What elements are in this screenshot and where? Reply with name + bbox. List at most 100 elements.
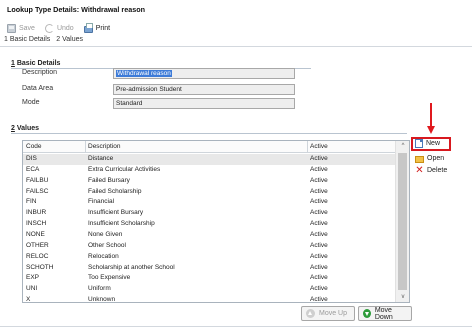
table-row[interactable]: NONE None Given Active <box>23 230 395 241</box>
table-row[interactable]: UNI Uniform Active <box>23 284 395 295</box>
cell-code: DIS <box>26 155 37 162</box>
nav-link-basic-details[interactable]: 1 Basic Details <box>4 36 50 46</box>
table-row[interactable]: FAILBU Failed Bursary Active <box>23 176 395 187</box>
cell-description: Unknown <box>88 296 116 303</box>
new-label: New <box>426 140 441 147</box>
print-label: Print <box>95 25 111 32</box>
cell-active: Active <box>310 263 328 271</box>
cell-code: NONE <box>26 230 45 238</box>
undo-icon <box>44 24 54 33</box>
cell-code: UNI <box>26 285 38 293</box>
undo-button[interactable]: Undo <box>44 22 74 35</box>
cell-code: X <box>26 296 31 303</box>
table-row[interactable]: RELOC Relocation Active <box>23 252 395 263</box>
table-row[interactable]: INBUR Insufficient Bursary Active <box>23 208 395 219</box>
printer-icon <box>83 22 93 33</box>
description-field[interactable]: Withdrawal reason <box>113 68 295 79</box>
grid-scrollbar[interactable]: ^ v <box>395 141 409 302</box>
table-row[interactable]: DIS Distance Active <box>23 154 395 165</box>
cell-code: RELOC <box>26 252 49 260</box>
cell-active: Active <box>310 198 328 206</box>
cell-active: Active <box>310 274 328 282</box>
scroll-thumb[interactable] <box>398 153 407 290</box>
new-document-icon <box>415 139 423 148</box>
new-button[interactable]: New <box>415 139 440 148</box>
cell-code: FAILBU <box>26 176 49 184</box>
values-grid[interactable]: Code Description Active DIS Distance Activ… <box>22 140 410 303</box>
mode-field[interactable]: Standard <box>113 98 295 109</box>
open-button[interactable]: Open <box>415 154 444 163</box>
window-title: Lookup Type Details: Withdrawal reason <box>0 0 472 18</box>
table-row[interactable]: FAILSC Failed Scholarship Active <box>23 187 395 198</box>
data-area-row: Data Area Pre-admission Student <box>22 84 302 95</box>
cell-active: Active <box>310 165 328 173</box>
scroll-up-icon[interactable]: ^ <box>396 141 409 151</box>
description-label: Description <box>22 69 58 76</box>
move-down-button[interactable]: Move Down <box>358 306 412 321</box>
arrow-up-circle-icon <box>306 309 315 318</box>
description-row: Description Withdrawal reason <box>22 68 302 79</box>
column-separator <box>85 141 86 153</box>
cell-active: Active <box>310 285 328 293</box>
cell-active: Active <box>310 241 328 249</box>
table-row[interactable]: EXP Too Expensive Active <box>23 273 395 284</box>
move-up-button[interactable]: Move Up <box>301 306 355 321</box>
scroll-down-icon[interactable]: v <box>396 292 409 302</box>
values-divider <box>11 133 407 134</box>
values-title: Values <box>16 125 40 132</box>
cell-description: Extra Curricular Activities <box>88 165 161 173</box>
column-header-active[interactable]: Active <box>310 143 328 150</box>
cell-code: FAILSC <box>26 187 49 195</box>
nav-link-values[interactable]: 2 Values <box>56 36 83 46</box>
values-heading: 2 Values <box>11 125 39 132</box>
cell-code: ECA <box>26 165 40 173</box>
cell-description: Insufficient Bursary <box>88 209 144 217</box>
footer-divider <box>0 326 472 327</box>
cell-description: Distance <box>88 155 114 162</box>
cell-code: EXP <box>26 274 40 282</box>
column-header-code[interactable]: Code <box>26 143 42 150</box>
mode-row: Mode Standard <box>22 98 302 109</box>
cell-description: Failed Scholarship <box>88 187 142 195</box>
grid-header: Code Description Active <box>23 141 395 153</box>
delete-button[interactable]: ✕ Delete <box>415 165 447 176</box>
cell-code: INBUR <box>26 209 47 217</box>
cell-description: Failed Bursary <box>88 176 130 184</box>
data-area-field[interactable]: Pre-admission Student <box>113 84 295 95</box>
cell-active: Active <box>310 220 328 228</box>
open-label: Open <box>427 155 445 162</box>
cell-active: Active <box>310 176 328 184</box>
values-number: 2 <box>11 125 15 132</box>
toolbar: Save Undo Print <box>0 18 472 35</box>
basic-details-heading: 1 Basic Details <box>11 60 60 67</box>
cell-code: FIN <box>26 198 37 206</box>
delete-x-icon: ✕ <box>415 165 424 176</box>
move-up-label: Move Up <box>319 310 348 317</box>
undo-label: Undo <box>56 25 74 32</box>
annotation-arrow-head <box>427 126 435 134</box>
data-area-label: Data Area <box>22 85 54 92</box>
table-row[interactable]: OTHER Other School Active <box>23 241 395 252</box>
table-row[interactable]: X Unknown Active <box>23 295 395 303</box>
basic-details-number: 1 <box>11 60 15 67</box>
cell-code: SCHOTH <box>26 263 54 271</box>
table-row[interactable]: ECA Extra Curricular Activities Active <box>23 165 395 176</box>
cell-description: Financial <box>88 198 115 206</box>
annotation-arrow-shaft <box>430 103 432 127</box>
print-button[interactable]: Print <box>83 22 111 35</box>
cell-code: INSCH <box>26 220 47 228</box>
move-down-label: Move Down <box>374 306 393 321</box>
save-button[interactable]: Save <box>7 22 35 35</box>
cell-description: Relocation <box>88 252 119 260</box>
cell-active: Active <box>310 155 328 162</box>
table-row[interactable]: FIN Financial Active <box>23 197 395 208</box>
basic-details-title: Basic Details <box>16 60 61 67</box>
save-icon <box>7 24 16 33</box>
cell-description: None Given <box>88 230 123 238</box>
column-header-description[interactable]: Description <box>88 143 121 150</box>
cell-active: Active <box>310 252 328 260</box>
mode-label: Mode <box>22 99 40 106</box>
cell-active: Active <box>310 230 328 238</box>
table-row[interactable]: INSCH Insufficient Scholarship Active <box>23 219 395 230</box>
table-row[interactable]: SCHOTH Scholarship at another School Activ… <box>23 263 395 274</box>
